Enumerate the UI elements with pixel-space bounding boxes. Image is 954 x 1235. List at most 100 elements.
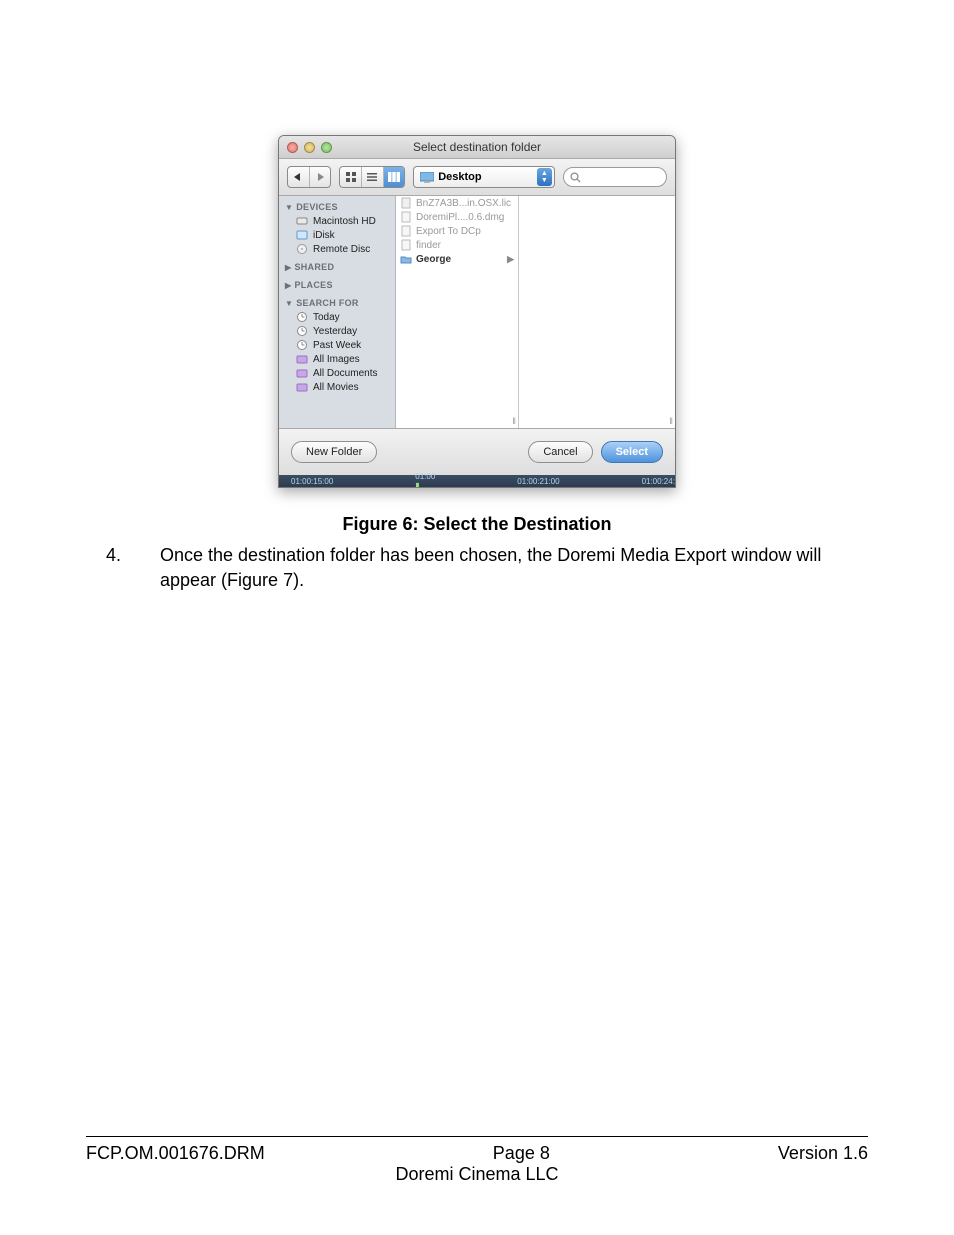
cancel-button[interactable]: Cancel — [528, 441, 592, 463]
folder-label: George — [416, 254, 451, 265]
sidebar-header-shared[interactable]: ▶ SHARED — [279, 260, 395, 274]
disclosure-down-icon: ▼ — [285, 203, 293, 212]
step-paragraph: 4. Once the destination folder has been … — [86, 543, 868, 593]
idisk-icon — [295, 229, 309, 241]
button-label: Select — [616, 446, 648, 458]
sidebar-item-macintosh-hd[interactable]: Macintosh HD — [279, 214, 395, 228]
hard-disk-icon — [295, 215, 309, 227]
column-resize-handle-icon[interactable]: ǁ — [669, 416, 673, 426]
sidebar-item-label: Yesterday — [313, 326, 357, 337]
disclosure-right-icon: ▶ — [285, 281, 291, 290]
popup-stepper-icon: ▲▼ — [537, 168, 552, 186]
column-view-button[interactable] — [384, 167, 405, 187]
location-popup[interactable]: Desktop ▲▼ — [413, 166, 555, 188]
file-item[interactable]: finder — [396, 238, 518, 252]
sidebar-item-idisk[interactable]: iDisk — [279, 228, 395, 242]
clock-icon — [295, 325, 309, 337]
file-label: BnZ7A3B...in.OSX.lic — [416, 198, 511, 209]
timecode: 01:00:15:00 — [291, 477, 333, 486]
titlebar: Select destination folder — [279, 136, 675, 159]
footer-page: Page 8 — [493, 1143, 550, 1164]
step-number: 4. — [86, 543, 160, 593]
icon-view-button[interactable] — [340, 167, 362, 187]
sidebar-item-label: Past Week — [313, 340, 361, 351]
timecode: 01:00:21:00 — [517, 477, 559, 486]
disclosure-right-icon: ▶ — [285, 263, 291, 272]
background-timeline: 01:00:15:00 01:00 ▮ 01:00:21:00 01:00:24… — [279, 475, 675, 487]
footer-version: Version 1.6 — [778, 1143, 868, 1164]
file-icon — [400, 225, 412, 237]
figure-container: Select destination folder — [86, 135, 868, 488]
dialog-body: ▼ DEVICES Macintosh HD iDisk — [279, 196, 675, 428]
columns-icon — [388, 172, 400, 182]
window-title: Select destination folder — [279, 140, 675, 154]
sidebar-item-label: All Movies — [313, 382, 359, 393]
sidebar-header-label: SEARCH FOR — [296, 298, 359, 308]
timecode: 01:00:24:00 — [642, 477, 676, 486]
clock-icon — [295, 339, 309, 351]
smart-folder-icon — [295, 381, 309, 393]
disclosure-down-icon: ▼ — [285, 299, 293, 308]
sidebar-item-yesterday[interactable]: Yesterday — [279, 324, 395, 338]
sidebar-item-label: Today — [313, 312, 340, 323]
location-label: Desktop — [438, 171, 533, 183]
sidebar-header-devices[interactable]: ▼ DEVICES — [279, 200, 395, 214]
sidebar-item-label: All Documents — [313, 368, 377, 379]
search-icon — [570, 172, 581, 183]
file-label: DoremiPl....0.6.dmg — [416, 212, 504, 223]
timecode: 01:00 ▮ — [415, 472, 435, 488]
sidebar-item-remote-disc[interactable]: Remote Disc — [279, 242, 395, 256]
file-icon — [400, 211, 412, 223]
button-label: Cancel — [543, 446, 577, 458]
file-item[interactable]: DoremiPl....0.6.dmg — [396, 210, 518, 224]
button-label: New Folder — [306, 446, 362, 458]
step-text: Once the destination folder has been cho… — [160, 543, 868, 593]
folder-icon — [400, 253, 412, 265]
triangle-left-icon — [294, 173, 302, 181]
sidebar-item-past-week[interactable]: Past Week — [279, 338, 395, 352]
back-button[interactable] — [288, 167, 310, 187]
folder-item-george[interactable]: George ▶ — [396, 252, 518, 266]
sidebar-item-label: Remote Disc — [313, 244, 370, 255]
column-1: BnZ7A3B...in.OSX.lic DoremiPl....0.6.dmg — [396, 196, 519, 428]
sidebar-header-label: DEVICES — [296, 202, 338, 212]
sidebar-header-places[interactable]: ▶ PLACES — [279, 278, 395, 292]
search-field[interactable] — [563, 167, 667, 187]
desktop-icon — [420, 172, 434, 183]
list-icon — [367, 172, 377, 182]
toolbar: Desktop ▲▼ — [279, 159, 675, 196]
forward-button[interactable] — [310, 167, 331, 187]
sidebar-item-all-documents[interactable]: All Documents — [279, 366, 395, 380]
list-view-button[interactable] — [362, 167, 384, 187]
sidebar-item-today[interactable]: Today — [279, 310, 395, 324]
file-item[interactable]: Export To DCp — [396, 224, 518, 238]
select-destination-dialog: Select destination folder — [278, 135, 676, 488]
sidebar-item-label: All Images — [313, 354, 360, 365]
sidebar-item-label: Macintosh HD — [313, 216, 376, 227]
remote-disc-icon — [295, 243, 309, 255]
smart-folder-icon — [295, 367, 309, 379]
nav-back-forward — [287, 166, 331, 188]
sidebar: ▼ DEVICES Macintosh HD iDisk — [279, 196, 396, 428]
column-resize-handle-icon[interactable]: ǁ — [512, 416, 516, 426]
column-view: BnZ7A3B...in.OSX.lic DoremiPl....0.6.dmg — [396, 196, 675, 428]
footer-company: Doremi Cinema LLC — [86, 1164, 868, 1185]
file-label: Export To DCp — [416, 226, 481, 237]
sidebar-header-label: PLACES — [294, 280, 332, 290]
sidebar-header-label: SHARED — [294, 262, 334, 272]
sidebar-item-label: iDisk — [313, 230, 335, 241]
chevron-right-icon: ▶ — [507, 254, 514, 265]
new-folder-button[interactable]: New Folder — [291, 441, 377, 463]
document-page: Select destination folder — [0, 0, 954, 1235]
file-item[interactable]: BnZ7A3B...in.OSX.lic — [396, 196, 518, 210]
sidebar-item-all-images[interactable]: All Images — [279, 352, 395, 366]
figure-caption: Figure 6: Select the Destination — [86, 514, 868, 535]
sidebar-item-all-movies[interactable]: All Movies — [279, 380, 395, 394]
column-2: ǁ — [519, 196, 675, 428]
file-label: finder — [416, 240, 441, 251]
grid-icon — [346, 172, 356, 182]
sidebar-header-search-for[interactable]: ▼ SEARCH FOR — [279, 296, 395, 310]
file-icon — [400, 197, 412, 209]
select-button[interactable]: Select — [601, 441, 663, 463]
view-mode-segment — [339, 166, 405, 188]
